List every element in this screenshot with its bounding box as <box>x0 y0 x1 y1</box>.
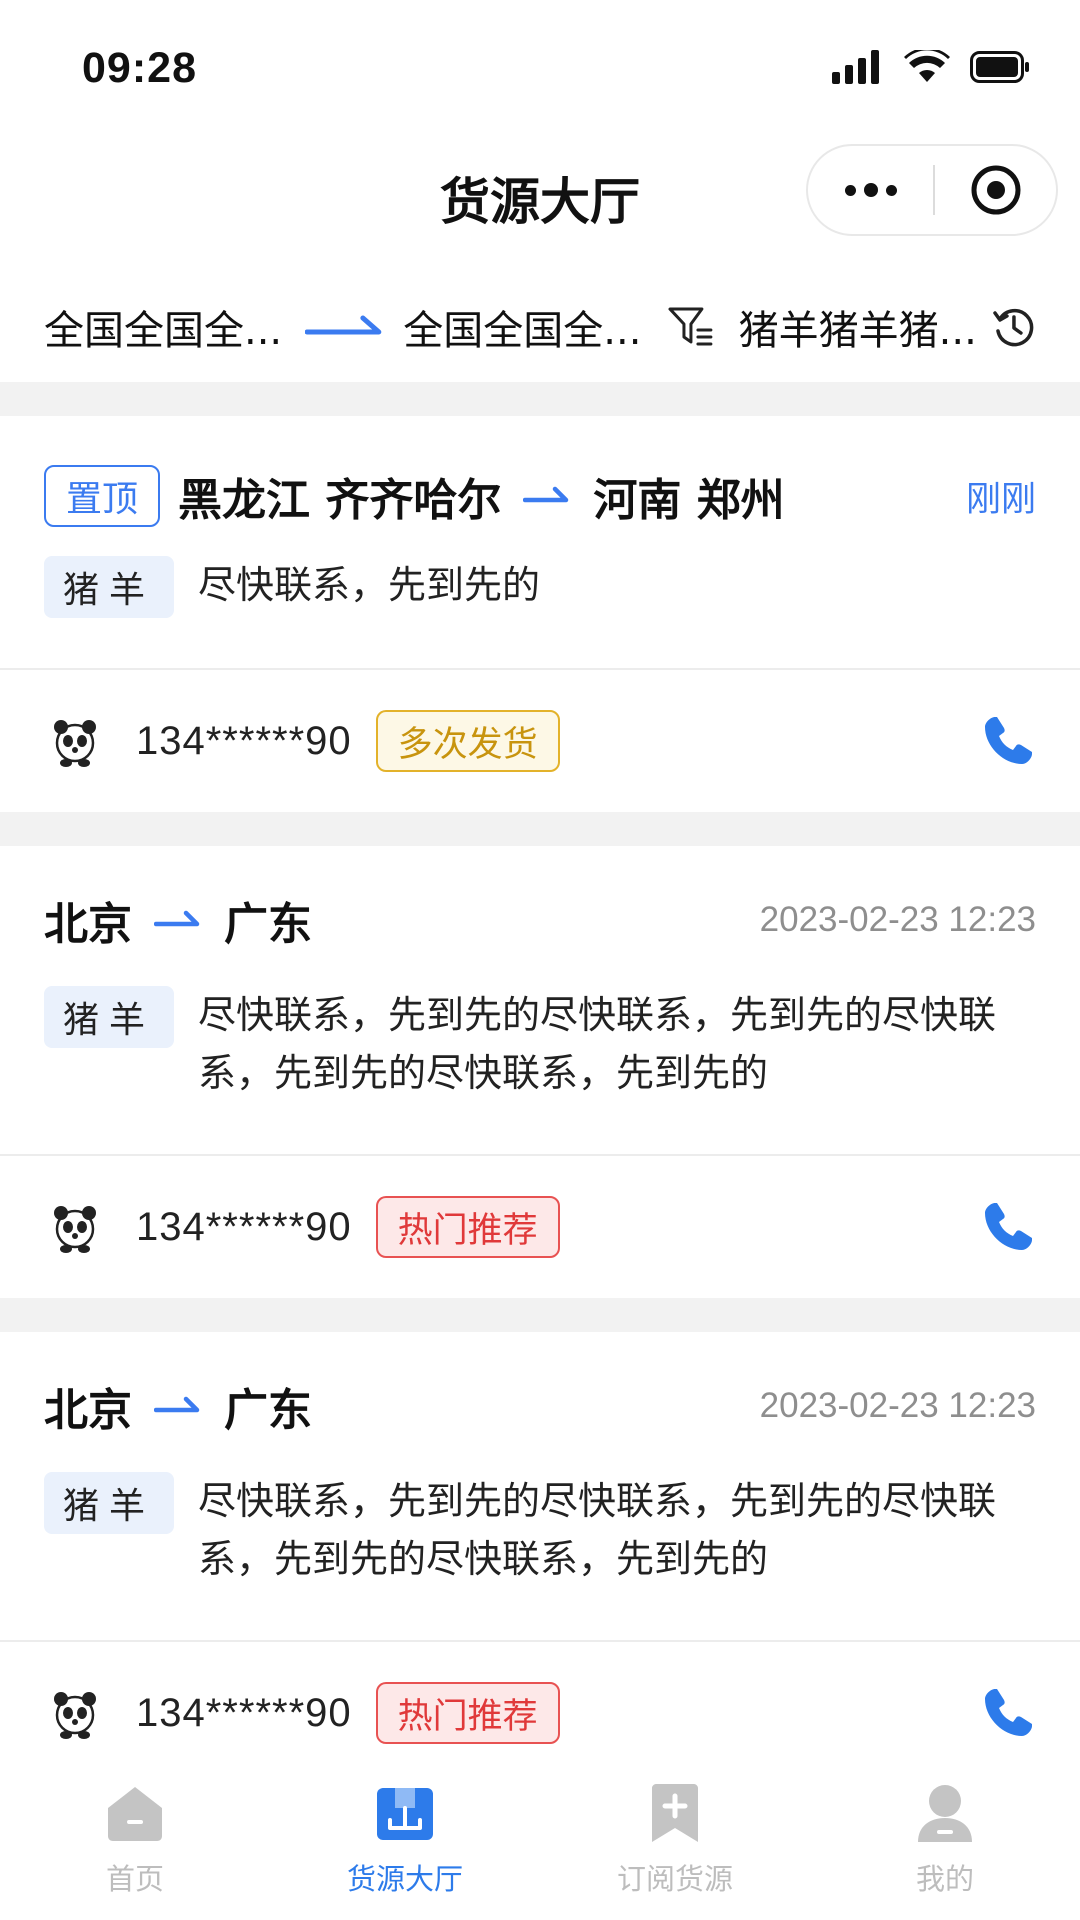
description-row: 猪羊 尽快联系，先到先的尽快联系，先到先的尽快联系，先到先的尽快联系，先到先的 <box>44 1472 1036 1588</box>
screen: 09:28 货源大厅 全国全国全... 全国全国全... 猪羊猪羊猪... 置顶… <box>0 0 1080 1920</box>
more-dot-icon <box>885 184 897 196</box>
home-icon <box>108 1787 162 1841</box>
arrow-right-icon <box>154 910 200 927</box>
wifi-icon <box>904 50 950 82</box>
profile-icon <box>918 1785 972 1842</box>
route-row: 置顶 黑龙江 齐齐哈尔 河南 郑州 刚刚 <box>44 456 1036 536</box>
section-gap <box>0 812 1080 846</box>
cargo-tag: 猪羊 <box>44 556 174 618</box>
more-dot-icon <box>863 183 878 197</box>
tab-label: 订阅货源 <box>616 1862 733 1896</box>
tab-home[interactable]: 首页 <box>0 1764 270 1920</box>
contact-row: 134******90 热门推荐 <box>44 1192 1036 1262</box>
arrow-right-icon <box>305 315 382 335</box>
card-divider <box>0 668 1080 670</box>
subscribe-icon <box>652 1784 698 1842</box>
section-gap <box>0 382 1080 416</box>
filter-bar: 全国全国全... 全国全国全... 猪羊猪羊猪... <box>0 272 1080 382</box>
tab-label: 我的 <box>915 1862 974 1896</box>
target-close-icon <box>971 165 1020 215</box>
phone-number: 134******90 <box>136 718 352 763</box>
origin-filter[interactable]: 全国全国全... <box>44 298 283 356</box>
more-dot-icon <box>844 184 856 196</box>
post-time: 刚刚 <box>965 479 1036 519</box>
tab-subscribe[interactable]: 订阅货源 <box>540 1764 810 1920</box>
nav-bar: 货源大厅 <box>0 132 1080 272</box>
panda-avatar-icon <box>54 1692 96 1739</box>
cargo-card[interactable]: 北京 广东 2023-02-23 12:23 猪羊 尽快联系，先到先的尽快联系，… <box>0 1332 1080 1764</box>
section-gap <box>0 1298 1080 1332</box>
history-icon[interactable] <box>992 305 1036 349</box>
tab-label: 首页 <box>105 1862 164 1896</box>
close-mini-program-button[interactable] <box>935 146 1056 234</box>
card-divider <box>0 1154 1080 1156</box>
description-row: 猪羊 尽快联系，先到先的尽快联系，先到先的尽快联系，先到先的尽快联系，先到先的 <box>44 986 1036 1102</box>
origin-city: 北京 <box>44 1385 132 1436</box>
funnel-filter-icon[interactable] <box>667 304 713 350</box>
contact-row: 134******90 热门推荐 <box>44 1678 1036 1748</box>
route-row: 北京 广东 2023-02-23 12:23 <box>44 880 1036 960</box>
description-row: 猪羊 尽快联系，先到先的 <box>44 556 1036 618</box>
tab-profile[interactable]: 我的 <box>810 1764 1080 1920</box>
phone-call-icon[interactable] <box>980 1199 1036 1255</box>
status-badge: 热门推荐 <box>375 1196 560 1258</box>
phone-call-icon[interactable] <box>980 1685 1036 1741</box>
cargo-description: 尽快联系，先到先的尽快联系，先到先的尽快联系，先到先的尽快联系，先到先的 <box>198 993 997 1095</box>
phone-number: 134******90 <box>136 1204 352 1249</box>
destination-filter[interactable]: 全国全国全... <box>403 298 642 356</box>
cargo-card[interactable]: 置顶 黑龙江 齐齐哈尔 河南 郑州 刚刚 猪羊 尽快联系，先到先的 134***… <box>0 416 1080 812</box>
panda-avatar-icon <box>54 720 96 767</box>
destination-city: 广东 <box>224 1385 312 1436</box>
cargo-card[interactable]: 北京 广东 2023-02-23 12:23 猪羊 尽快联系，先到先的尽快联系，… <box>0 846 1080 1298</box>
more-options-button[interactable] <box>808 146 933 234</box>
arrow-right-icon <box>523 486 569 503</box>
pinned-badge: 置顶 <box>44 465 161 527</box>
cargo-hall-icon <box>377 1788 433 1840</box>
destination-city: 河南 郑州 <box>593 475 785 526</box>
contact-row: 134******90 多次发货 <box>44 706 1036 776</box>
origin-city: 黑龙江 齐齐哈尔 <box>178 475 502 526</box>
cargo-tag: 猪羊 <box>44 1472 174 1534</box>
status-badge: 多次发货 <box>375 710 560 772</box>
post-time: 2023-02-23 12:23 <box>759 900 1036 939</box>
card-divider <box>0 1640 1080 1642</box>
tab-label: 货源大厅 <box>346 1862 463 1896</box>
route-row: 北京 广东 2023-02-23 12:23 <box>44 1366 1036 1446</box>
battery-icon <box>970 51 1029 83</box>
post-time: 2023-02-23 12:23 <box>759 1386 1036 1425</box>
tab-cargo-hall[interactable]: 货源大厅 <box>270 1764 540 1920</box>
phone-call-icon[interactable] <box>980 713 1036 769</box>
cargo-description: 尽快联系，先到先的 <box>198 563 541 607</box>
status-icons <box>832 48 1030 86</box>
phone-number: 134******90 <box>136 1690 352 1735</box>
status-badge: 热门推荐 <box>375 1682 560 1744</box>
mini-program-capsule <box>806 144 1058 236</box>
bottom-tab-bar: 首页 货源大厅 订阅货源 我的 <box>0 1764 1080 1920</box>
status-bar: 09:28 <box>0 0 1080 132</box>
arrow-right-icon <box>154 1396 200 1413</box>
destination-city: 广东 <box>224 899 312 950</box>
cargo-description: 尽快联系，先到先的尽快联系，先到先的尽快联系，先到先的尽快联系，先到先的 <box>198 1479 997 1581</box>
cargo-type-filter[interactable]: 猪羊猪羊猪... <box>739 298 978 356</box>
cargo-tag: 猪羊 <box>44 986 174 1048</box>
signal-icon <box>832 50 879 84</box>
origin-city: 北京 <box>44 899 132 950</box>
panda-avatar-icon <box>54 1206 96 1253</box>
status-time: 09:28 <box>82 44 197 92</box>
